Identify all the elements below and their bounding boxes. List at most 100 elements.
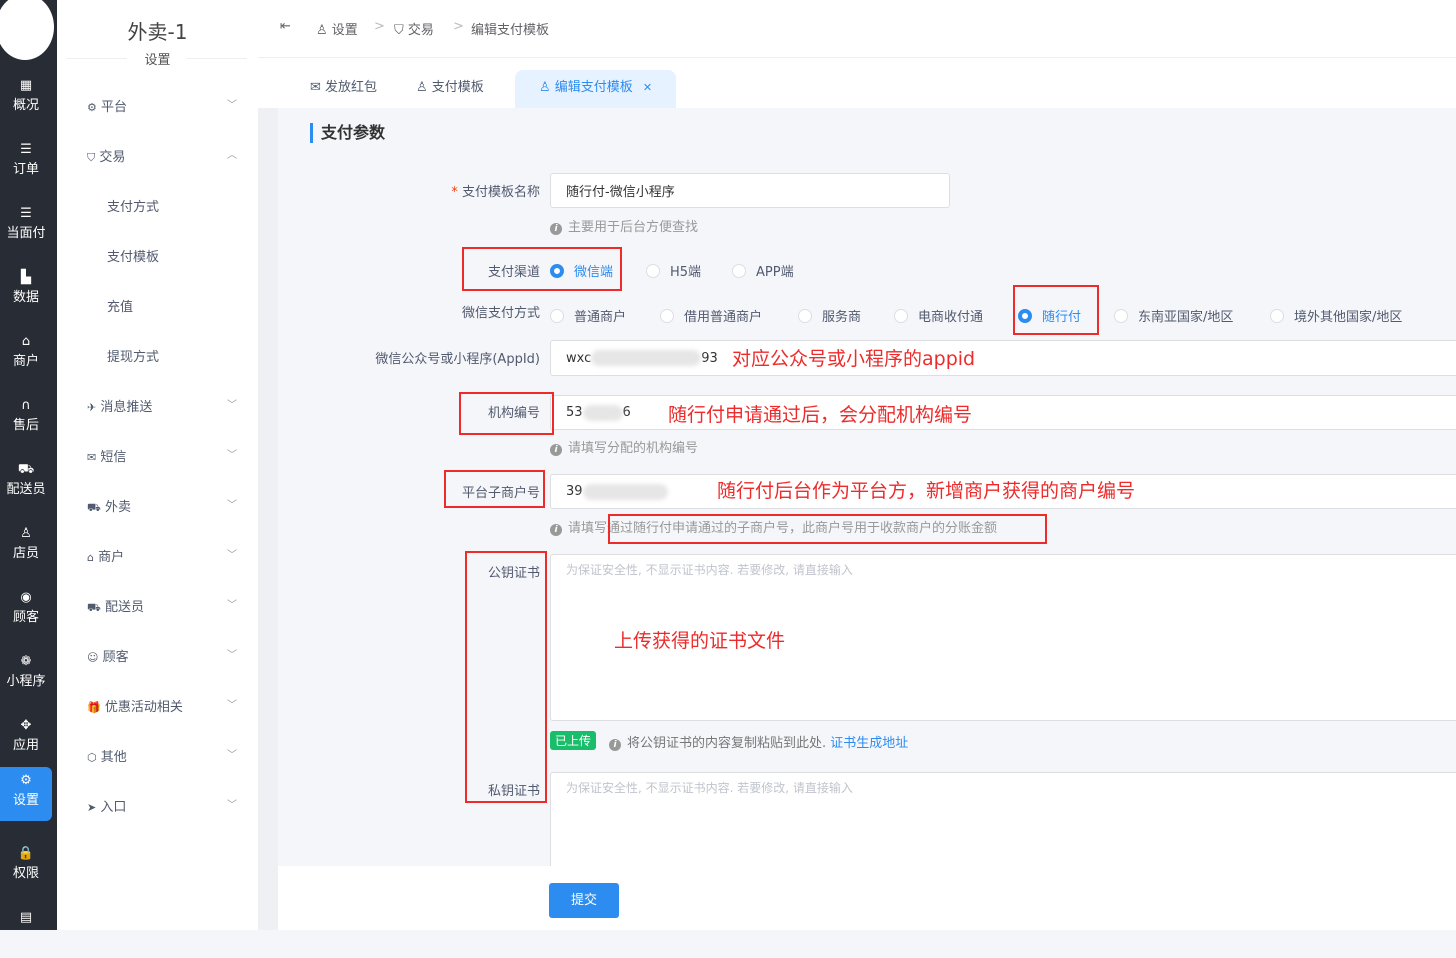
rail-item-label: 店员	[12, 546, 39, 561]
rail-item[interactable]: ⚙ 设置	[0, 767, 52, 821]
user-gear-icon: ♙	[539, 80, 555, 95]
breadcrumb-current: 编辑支付模板	[471, 23, 550, 38]
chevron-icon: ﹀	[227, 700, 237, 711]
menu-icon: ➤	[87, 801, 97, 814]
menu-item[interactable]: ⬡ 其他 ﹀	[87, 746, 237, 766]
sub-prefix: 39	[566, 484, 583, 499]
label-text: 支付模板名称	[461, 185, 540, 200]
radio-dot	[1114, 309, 1128, 323]
collapse-menu-icon[interactable]: ⇤	[280, 19, 291, 34]
rail-item[interactable]: ▙ 数据	[0, 264, 52, 318]
rail-item[interactable]: ☰ 当面付	[0, 200, 52, 254]
tab-payment-template[interactable]: ♙ 支付模板	[416, 70, 484, 108]
menu-item[interactable]: ✈ 消息推送 ﹀	[87, 396, 237, 416]
menu-icon: 🎁	[87, 701, 101, 714]
chevron-icon: ﹀	[227, 650, 237, 661]
cert-generate-link[interactable]: 证书生成地址	[830, 736, 908, 751]
rail-item[interactable]: ✥ 应用	[0, 712, 52, 766]
rail-item-label: 应用	[12, 738, 39, 753]
rail-item[interactable]: 🔒 权限	[0, 840, 52, 894]
rail-item[interactable]: ☰ 订单	[0, 136, 52, 190]
menu-item[interactable]: ✉ 短信 ﹀	[87, 446, 237, 466]
menu-item[interactable]: 支付方式	[107, 196, 257, 216]
radio-label: 境外其他国家/地区	[1294, 310, 1403, 325]
tab-edit-payment-template[interactable]: ♙ 编辑支付模板 ✕	[515, 70, 677, 108]
envelope-icon: ✉	[310, 80, 326, 95]
appid-input[interactable]: wxc 93	[550, 340, 1456, 376]
menu-item[interactable]: 提现方式	[107, 346, 257, 366]
close-icon[interactable]: ✕	[643, 81, 652, 94]
radio-wechat-method[interactable]: 电商收付通	[894, 306, 983, 325]
menu-item[interactable]: ⚙ 平台 ﹀	[87, 96, 237, 116]
submit-button[interactable]: 提交	[549, 883, 619, 918]
redacted-blur	[591, 350, 702, 366]
menu-item-label: 入口	[100, 800, 127, 815]
radio-wechat-method[interactable]: 东南亚国家/地区	[1114, 306, 1233, 325]
rail-item-label: 售后	[12, 418, 39, 433]
chevron-icon: ﹀	[227, 500, 237, 511]
rail-item-label: 订单	[12, 162, 39, 177]
radio-dot	[1270, 309, 1284, 323]
menu-item-label: 提现方式	[107, 350, 160, 365]
tab-label: 编辑支付模板	[554, 80, 633, 95]
radio-wechat-method[interactable]: 境外其他国家/地区	[1270, 306, 1402, 325]
apps-icon: ✥	[20, 718, 32, 733]
info-icon: i	[550, 444, 562, 456]
radio-wechat-method[interactable]: 服务商	[798, 306, 861, 325]
radio-dot	[732, 264, 746, 278]
radio-label: APP端	[756, 265, 794, 280]
radio-dot	[646, 264, 660, 278]
annotation-box	[465, 551, 547, 803]
rail-item[interactable]: ⛟ 配送员	[0, 456, 52, 510]
tab-label: 支付模板	[431, 80, 484, 95]
annotation-sub-merchant: 随行付后台作为平台方，新增商户获得的商户编号	[717, 480, 1136, 502]
rail-item-label: 当面付	[6, 226, 46, 241]
rail-item[interactable]: ♙ 店员	[0, 520, 52, 574]
radio-wechat-method[interactable]: 普通商户	[550, 306, 626, 325]
breadcrumb-label: 设置	[331, 23, 358, 38]
menu-icon: ✉	[87, 451, 97, 464]
rail-item[interactable]: ⌂ 商户	[0, 328, 52, 382]
private-cert-textarea[interactable]: 为保证安全性, 不显示证书内容. 若要修改, 请直接输入	[550, 772, 1456, 872]
report-icon: ▤	[19, 910, 33, 925]
menu-item[interactable]: 🎁 优惠活动相关 ﹀	[87, 696, 237, 716]
breadcrumb-label: 交易	[407, 23, 434, 38]
rail-item[interactable]: ◉ 顾客	[0, 584, 52, 638]
menu-item[interactable]: ⛉ 交易 ︿	[87, 146, 237, 166]
template-name-input[interactable]: 随行付-微信小程序	[550, 173, 950, 208]
template-name-label: * 支付模板名称	[451, 185, 540, 200]
redacted-blur	[582, 483, 668, 500]
rail-item[interactable]: ▦ 概况	[0, 72, 52, 126]
app-title: 外卖-1	[127, 20, 188, 44]
rail-item-label: 配送员	[6, 482, 46, 497]
menu-item[interactable]: ⛟ 配送员 ﹀	[87, 596, 237, 616]
menu-item[interactable]: ⌂ 商户 ﹀	[87, 546, 237, 566]
radio-channel-app[interactable]: APP端	[732, 261, 794, 280]
breadcrumb-trade[interactable]: ⛉ 交易	[394, 19, 434, 38]
menu-item[interactable]: ⛟ 外卖 ﹀	[87, 496, 237, 516]
breadcrumb-settings[interactable]: ♙ 设置	[316, 19, 358, 38]
radio-wechat-method[interactable]: 借用普通商户	[660, 306, 762, 325]
settings-user-icon: ⚙	[20, 773, 32, 788]
rail-item[interactable]: ∩ 售后	[0, 392, 52, 446]
menu-item-label: 短信	[100, 450, 127, 465]
annotation-box	[459, 392, 554, 435]
menu-item[interactable]: ➤ 入口 ﹀	[87, 796, 237, 816]
rail-item[interactable]: ▤	[0, 904, 52, 958]
radio-channel-h5[interactable]: H5端	[646, 261, 701, 280]
menu-item-label: 支付方式	[107, 200, 160, 215]
tab-red-packet[interactable]: ✉ 发放红包	[310, 70, 377, 108]
radio-dot	[894, 309, 908, 323]
menu-item[interactable]: 充值	[107, 296, 257, 316]
radio-label: 普通商户	[574, 310, 627, 325]
menu-item[interactable]: ☺ 顾客 ﹀	[87, 646, 237, 666]
annotation-cert: 上传获得的证书文件	[614, 630, 786, 652]
menu-item-label: 商户	[98, 550, 125, 565]
menu-item[interactable]: 支付模板	[107, 246, 257, 266]
appid-label: 微信公众号或小程序(AppId)	[375, 352, 540, 367]
rail-item[interactable]: ❁ 小程序	[0, 648, 52, 702]
avatar[interactable]	[0, 0, 54, 60]
chevron-icon: ﹀	[227, 100, 237, 111]
hint-text: 将公钥证书的内容复制粘贴到此处.	[627, 736, 827, 751]
radio-label: 服务商	[822, 310, 862, 325]
